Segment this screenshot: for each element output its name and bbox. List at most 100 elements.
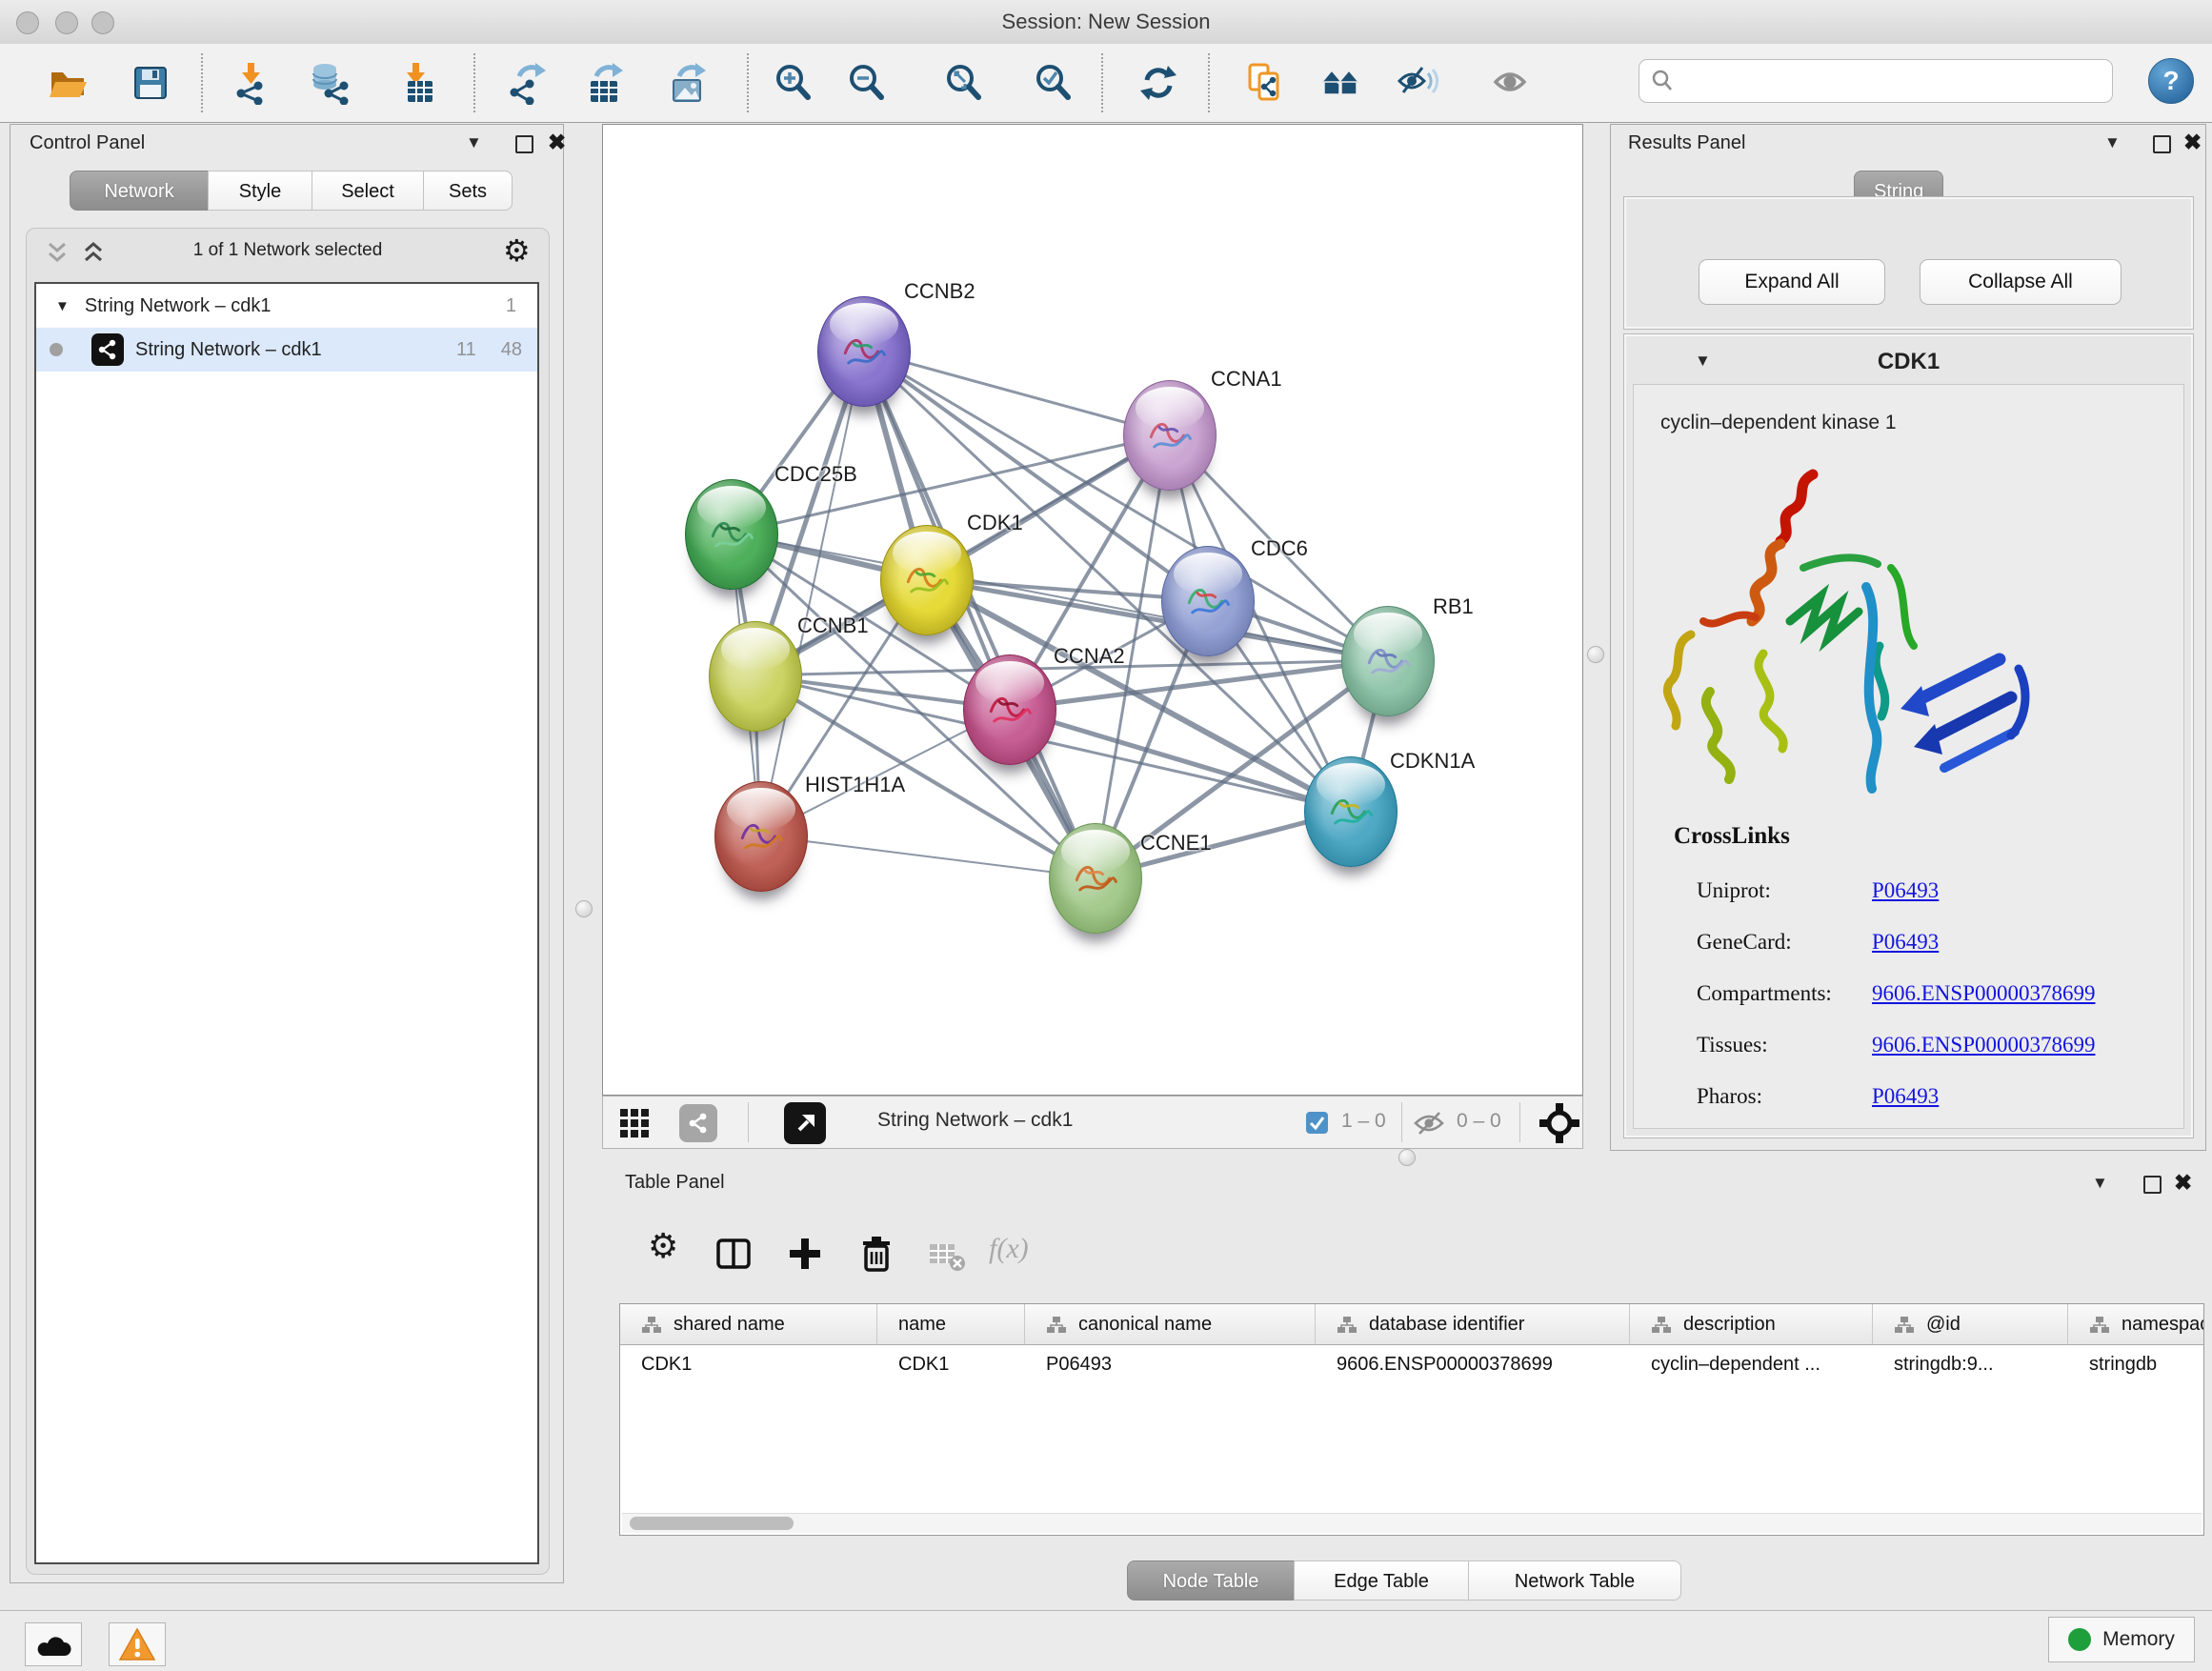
export-network-icon[interactable] (506, 61, 550, 105)
network-edge[interactable] (760, 836, 1095, 877)
window-title: Session: New Session (0, 0, 2212, 44)
import-network-file-icon[interactable] (229, 61, 272, 105)
clone-network-icon[interactable] (1243, 61, 1287, 105)
column-header-description[interactable]: description (1630, 1304, 1873, 1344)
memory-button[interactable]: Memory (2048, 1617, 2195, 1662)
import-network-database-icon[interactable] (309, 61, 352, 105)
control-panel-menu-icon[interactable]: ▼ (466, 133, 482, 152)
table-row[interactable]: CDK1CDK1P064939606.ENSP00000378699cyclin… (620, 1345, 2203, 1383)
hide-eye-slash-icon[interactable] (1397, 61, 1440, 105)
network-node-ccne1[interactable] (1049, 823, 1142, 934)
tab-style[interactable]: Style (208, 171, 312, 211)
search-input[interactable] (1676, 70, 2102, 93)
network-node-cdkn1a[interactable] (1304, 756, 1398, 867)
export-table-icon[interactable] (583, 61, 627, 105)
table-cell[interactable]: CDK1 (620, 1345, 877, 1383)
crosslink-label: Pharos: (1697, 1084, 1872, 1109)
table-cell[interactable]: cyclin–dependent ... (1630, 1345, 1873, 1383)
network-node-cdc25b[interactable] (685, 479, 778, 590)
zoom-out-icon[interactable] (845, 61, 889, 105)
horizontal-splitter-grip[interactable] (1398, 1149, 1416, 1166)
function-builder-icon[interactable]: f(x) (989, 1233, 1029, 1265)
crosslink-value-link[interactable]: 9606.ENSP00000378699 (1872, 981, 2096, 1005)
hidden-eye-slash-icon[interactable] (1413, 1110, 1449, 1137)
network-node-ccna2[interactable] (963, 654, 1056, 765)
expand-all-button[interactable]: Expand All (1699, 259, 1885, 305)
crosslink-value-link[interactable]: P06493 (1872, 878, 1939, 902)
open-session-icon[interactable] (46, 61, 90, 105)
network-node-cdc6[interactable] (1161, 546, 1255, 656)
tab-select[interactable]: Select (312, 171, 424, 211)
add-column-icon[interactable] (784, 1233, 826, 1275)
scrollbar-thumb[interactable] (630, 1517, 794, 1530)
column-header-database-identifier[interactable]: database identifier (1316, 1304, 1630, 1344)
network-edge-count: 48 (501, 339, 522, 361)
table-cell[interactable]: P06493 (1025, 1345, 1316, 1383)
table-panel-close-icon[interactable]: ✖ (2174, 1173, 2192, 1192)
collapse-all-button[interactable]: Collapse All (1920, 259, 2122, 305)
grid-view-icon[interactable] (620, 1109, 651, 1139)
crosslink-value-link[interactable]: 9606.ENSP00000378699 (1872, 1033, 2096, 1057)
table-panel-float-icon[interactable] (2143, 1176, 2162, 1194)
vertical-splitter-grip[interactable] (575, 900, 593, 917)
cloud-icon[interactable] (25, 1622, 82, 1666)
column-header-name[interactable]: name (877, 1304, 1025, 1344)
warning-icon[interactable] (109, 1622, 166, 1666)
delete-column-trash-icon[interactable] (855, 1233, 897, 1275)
tab-network-table[interactable]: Network Table (1468, 1560, 1681, 1601)
zoom-fit-icon[interactable] (942, 61, 986, 105)
control-panel-close-icon[interactable]: ✖ (548, 132, 566, 151)
table-panel-menu-icon[interactable]: ▼ (2092, 1174, 2108, 1193)
zoom-in-icon[interactable] (772, 61, 815, 105)
network-node-ccnb1[interactable] (709, 621, 802, 732)
tab-network[interactable]: Network (70, 171, 209, 211)
table-cell[interactable]: stringdb (2068, 1345, 2204, 1383)
column-header--id[interactable]: @id (1873, 1304, 2068, 1344)
save-session-icon[interactable] (129, 61, 172, 105)
refresh-icon[interactable] (1136, 61, 1180, 105)
network-collection-row[interactable]: ▼ String Network – cdk1 1 (36, 284, 537, 328)
column-header-shared-name[interactable]: shared name (620, 1304, 877, 1344)
table-options-gear-icon[interactable]: ⚙ (648, 1227, 678, 1266)
network-node-cdk1[interactable] (880, 525, 974, 635)
network-options-gear-icon[interactable]: ⚙ (503, 232, 531, 269)
tab-node-table[interactable]: Node Table (1127, 1560, 1295, 1601)
two-houses-icon[interactable] (1318, 61, 1362, 105)
navigator-crosshair-icon[interactable] (1538, 1102, 1580, 1144)
results-panel-close-icon[interactable]: ✖ (2183, 132, 2202, 151)
results-panel-float-icon[interactable] (2153, 135, 2171, 153)
collection-expand-icon[interactable]: ▼ (55, 298, 70, 314)
control-panel-float-icon[interactable] (515, 135, 533, 153)
show-eye-icon[interactable] (1491, 61, 1535, 105)
network-node-ccna1[interactable] (1123, 380, 1217, 491)
import-table-file-icon[interactable] (393, 61, 437, 105)
column-header-canonical-name[interactable]: canonical name (1025, 1304, 1316, 1344)
crosslink-value-link[interactable]: P06493 (1872, 930, 1939, 954)
delete-table-icon[interactable] (926, 1235, 968, 1277)
search-box[interactable] (1639, 59, 2113, 103)
results-panel-menu-icon[interactable]: ▼ (2104, 133, 2121, 152)
vertical-splitter-grip[interactable] (1587, 646, 1604, 663)
crosslink-value-link[interactable]: P06493 (1872, 1084, 1939, 1108)
tab-edge-table[interactable]: Edge Table (1294, 1560, 1469, 1601)
open-in-new-window-icon[interactable] (784, 1102, 826, 1144)
network-share-button-icon[interactable] (679, 1104, 717, 1142)
show-column-icon[interactable] (713, 1233, 754, 1275)
help-icon[interactable]: ? (2148, 58, 2194, 104)
table-cell[interactable]: 9606.ENSP00000378699 (1316, 1345, 1630, 1383)
tab-sets[interactable]: Sets (423, 171, 513, 211)
export-image-icon[interactable] (666, 61, 710, 105)
network-node-rb1[interactable] (1341, 606, 1435, 716)
results-panel: Results Panel ▼ ✖ String Expand All Coll… (1610, 124, 2206, 1151)
network-node-hist1h1a[interactable] (714, 781, 808, 892)
table-horizontal-scrollbar[interactable] (622, 1513, 2202, 1533)
collection-count: 1 (506, 295, 516, 317)
network-node-ccnb2[interactable] (817, 296, 911, 407)
network-view-canvas[interactable]: CCNB2CCNA1CDC25BCDK1CDC6RB1CCNB1CCNA2CDK… (602, 124, 1583, 1096)
selected-checkbox-icon[interactable] (1306, 1112, 1328, 1134)
column-header-namespace[interactable]: namespace (2068, 1304, 2204, 1344)
network-row-selected[interactable]: String Network – cdk1 11 48 (36, 328, 537, 372)
zoom-selected-icon[interactable] (1032, 61, 1076, 105)
table-cell[interactable]: stringdb:9... (1873, 1345, 2068, 1383)
table-cell[interactable]: CDK1 (877, 1345, 1025, 1383)
